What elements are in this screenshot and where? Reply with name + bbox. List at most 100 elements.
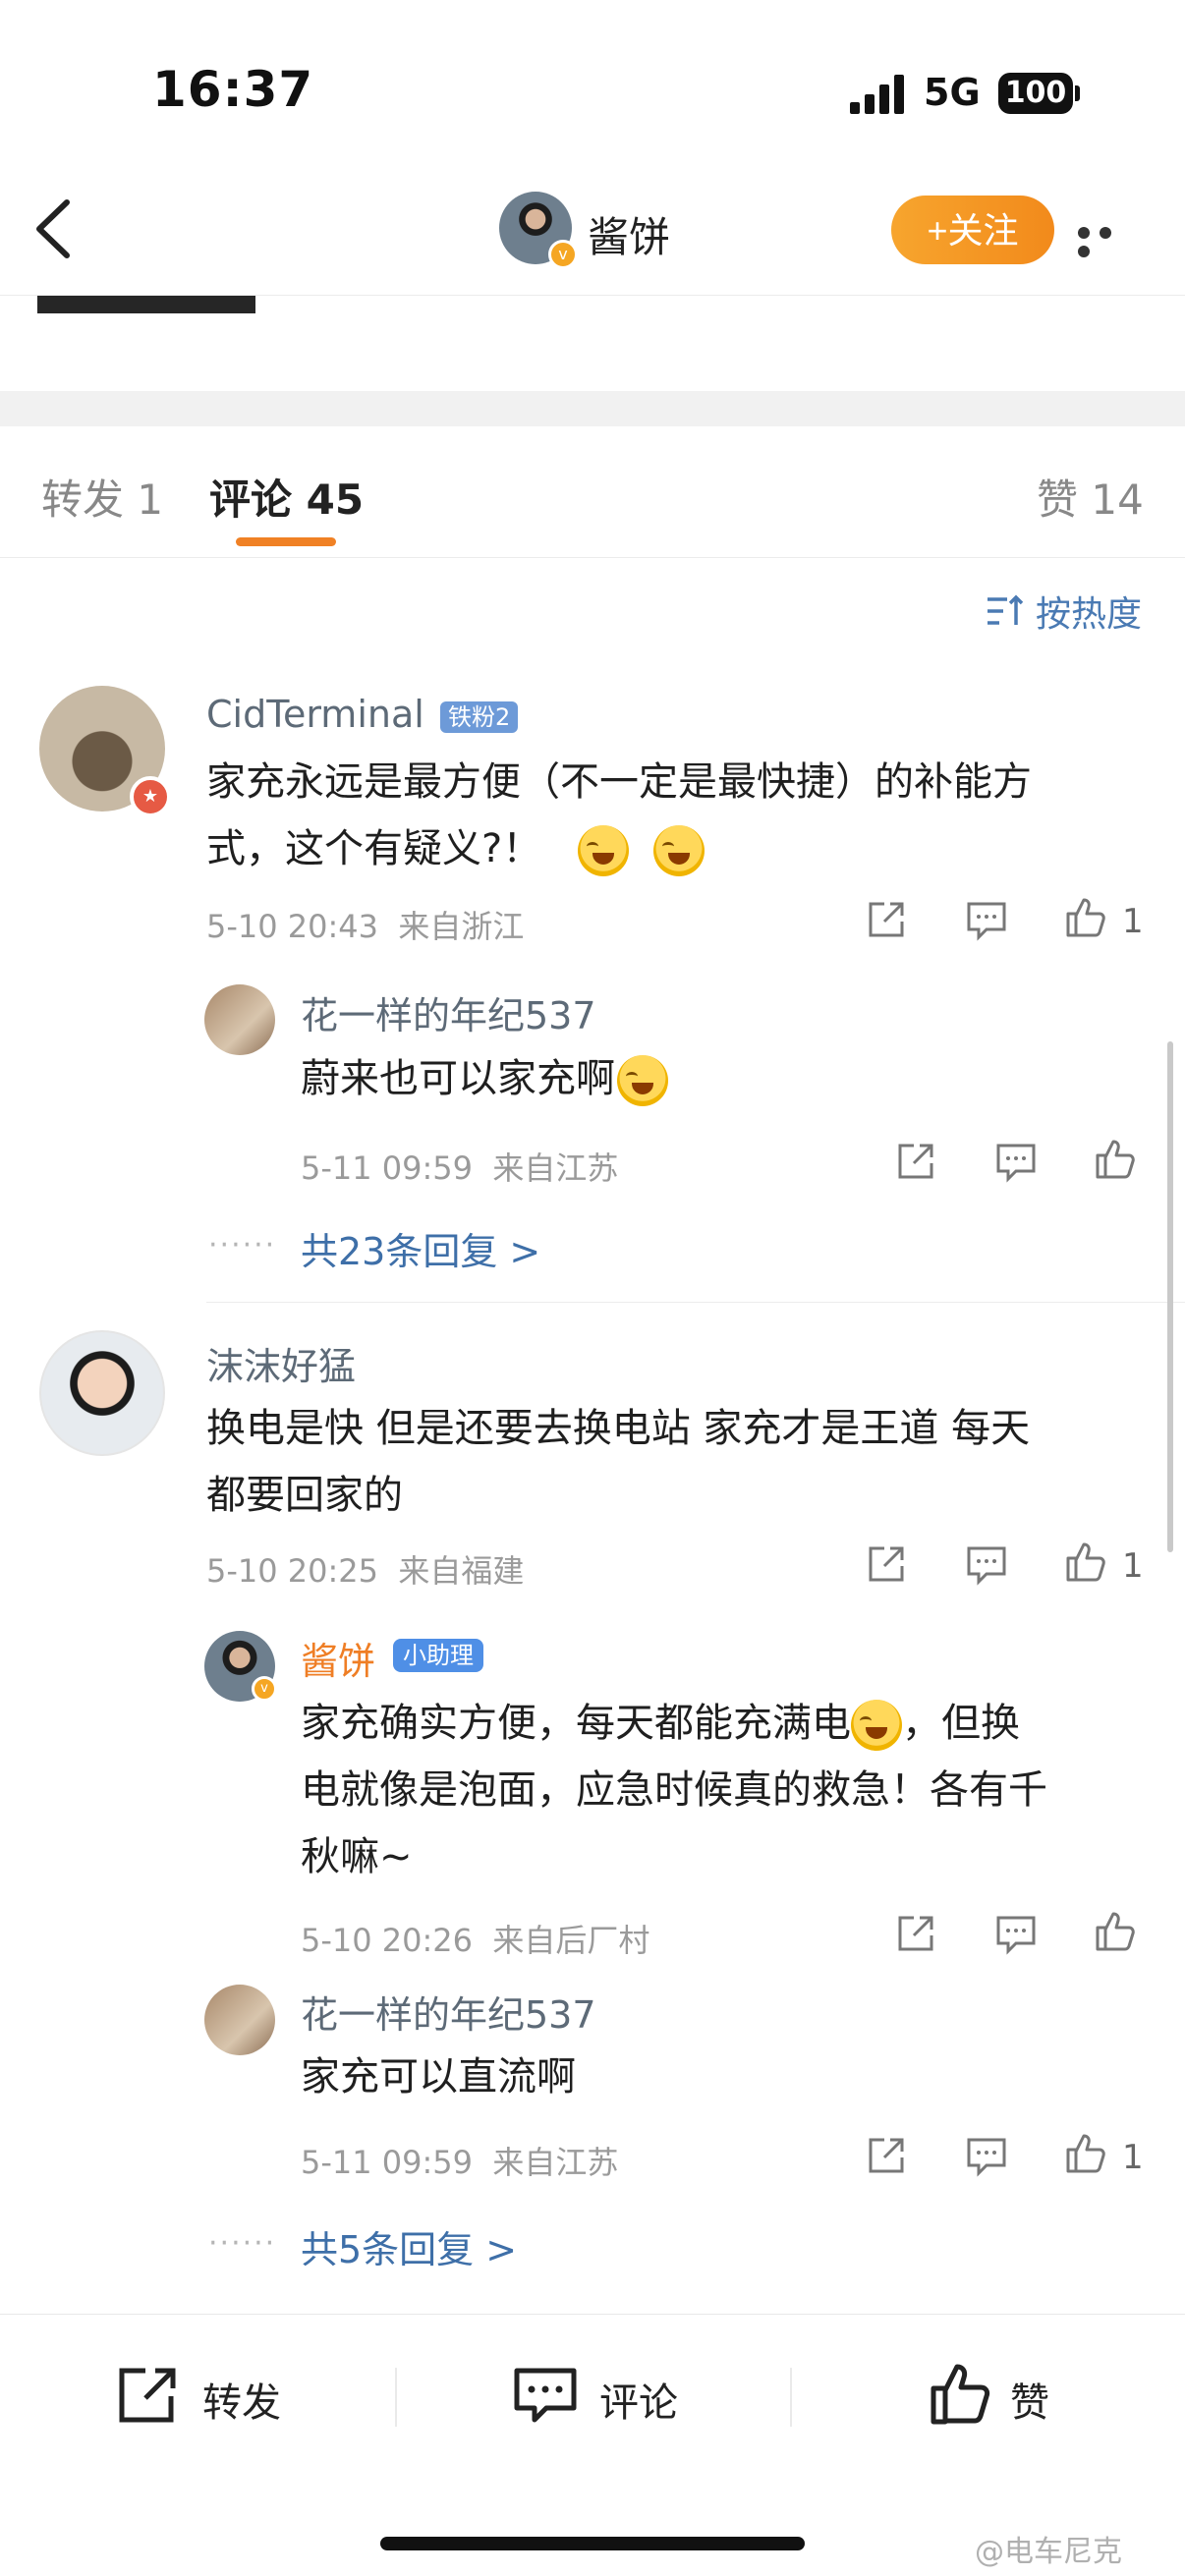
battery-tip <box>1075 85 1080 101</box>
section-separator <box>0 391 1185 426</box>
comment-text: 家充永远是最方便（不一定是最快捷）的补能方 式，这个有疑义?！ <box>206 749 1032 882</box>
reply-text-line: 家充确实方便，每天都能充满电 <box>301 1701 851 1746</box>
comment-text-line: 式，这个有疑义?！ <box>206 826 542 871</box>
comment-text-line: 家充永远是最方便（不一定是最快捷）的补能方 <box>206 759 1032 805</box>
reply-text-line: 电就像是泡面，应急时候真的救急！各有千 <box>301 1767 1047 1813</box>
reply-location: 来自江苏 <box>492 2144 619 2181</box>
tabs-divider <box>0 557 1185 558</box>
fan-badge: 铁粉2 <box>440 698 519 733</box>
author-name[interactable]: 酱饼 <box>588 204 670 264</box>
comment-divider <box>206 1302 1185 1303</box>
reply-meta: 5-10 20:26 来自后厂村 <box>301 1916 649 1961</box>
more-options-icon[interactable] <box>1078 224 1141 257</box>
tab-repost-count: 1 <box>137 476 164 524</box>
post-image-edge <box>37 296 255 313</box>
reply-avatar[interactable] <box>204 984 275 1055</box>
share-icon[interactable] <box>865 1542 908 1586</box>
share-icon[interactable] <box>865 898 908 941</box>
like-icon[interactable] <box>1064 1540 1107 1584</box>
member-badge-icon: ★ <box>130 776 171 817</box>
reply-meta: 5-11 09:59 来自江苏 <box>301 1144 618 1189</box>
tab-comments-count: 45 <box>306 476 365 524</box>
share-icon[interactable] <box>894 1912 937 1955</box>
thumbs-up-icon <box>931 2364 990 2425</box>
home-indicator[interactable] <box>380 2537 805 2550</box>
reply-meta: 5-11 09:59 来自江苏 <box>301 2138 618 2183</box>
like-icon[interactable] <box>1064 2132 1107 2175</box>
share-icon[interactable] <box>865 2134 908 2177</box>
assistant-badge-label: 小助理 <box>393 1639 483 1672</box>
reply-icon[interactable] <box>994 1140 1038 1183</box>
comment-meta: 5-10 20:25 来自福建 <box>206 1546 524 1592</box>
reply-date: 5-11 09:59 <box>301 1149 474 1187</box>
reply-text-line: ，但换 <box>902 1701 1020 1746</box>
assistant-badge: 小助理 <box>393 1636 483 1672</box>
battery-icon: 100 <box>998 73 1073 114</box>
tab-comments-label: 评论 <box>209 476 293 524</box>
reply-icon[interactable] <box>965 2134 1008 2177</box>
fan-badge-label: 铁粉2 <box>440 701 519 733</box>
like-count: 1 <box>1122 2138 1144 2177</box>
sort-icon[interactable] <box>986 593 1025 629</box>
comment-date: 5-10 20:25 <box>206 1552 379 1590</box>
reply-name[interactable]: 花一样的年纪537 <box>301 1985 596 2039</box>
comment-text: 换电是快 但是还要去换电站 家充才是王道 每天 都要回家的 <box>206 1395 1030 1529</box>
repost-button[interactable]: 转发 <box>116 2363 362 2432</box>
tab-repost-label: 转发 <box>41 476 125 524</box>
laugh-cry-emoji-icon <box>652 825 705 876</box>
comment-location: 来自浙江 <box>398 908 525 945</box>
comment-text-line: 都要回家的 <box>206 1473 403 1518</box>
like-icon[interactable] <box>1064 896 1107 939</box>
reply-avatar[interactable] <box>204 1985 275 2055</box>
bottom-separator <box>395 2368 397 2427</box>
watermark: @电车尼克 <box>975 2535 1122 2569</box>
like-button[interactable]: 赞 <box>928 2361 1085 2430</box>
tab-repost[interactable]: 转发 1 <box>41 467 163 527</box>
reply-icon[interactable] <box>965 898 1008 941</box>
status-time: 16:37 <box>152 61 314 118</box>
reply-location: 来自后厂村 <box>492 1922 650 1959</box>
comment-icon <box>514 2368 577 2423</box>
tab-likes[interactable]: 赞 14 <box>1037 467 1144 527</box>
reply-text-line: 秋嘛~ <box>301 1834 413 1879</box>
laugh-cry-emoji-icon <box>851 1700 902 1751</box>
like-icon[interactable] <box>1094 1910 1137 1953</box>
comment-button[interactable]: 评论 <box>513 2363 759 2432</box>
commenter-name[interactable]: CidTerminal <box>206 693 424 736</box>
reply-name[interactable]: 酱饼 <box>301 1631 375 1685</box>
follow-button[interactable]: +关注 <box>891 196 1054 264</box>
bottom-separator <box>790 2368 792 2427</box>
reply-icon[interactable] <box>965 1542 1008 1586</box>
cellular-signal-icon <box>850 75 904 114</box>
comment-text-line: 换电是快 但是还要去换电站 家充才是王道 每天 <box>206 1406 1031 1451</box>
like-label: 赞 <box>1010 2380 1049 2426</box>
network-type: 5G <box>924 71 981 114</box>
reply-date: 5-11 09:59 <box>301 2144 474 2181</box>
more-replies-link[interactable]: 共5条回复 > <box>301 2219 517 2273</box>
share-icon[interactable] <box>894 1140 937 1183</box>
commenter-name[interactable]: 沫沫好猛 <box>206 1336 356 1390</box>
comment-date: 5-10 20:43 <box>206 908 379 945</box>
bottom-bar-divider <box>0 2314 1185 2315</box>
reply-date: 5-10 20:26 <box>301 1922 474 1959</box>
reply-icon[interactable] <box>994 1912 1038 1955</box>
scrollbar-thumb[interactable] <box>1167 1041 1173 1552</box>
tab-comments[interactable]: 评论 45 <box>209 467 364 527</box>
laugh-cry-emoji-icon <box>617 1055 668 1106</box>
back-arrow-icon[interactable] <box>29 196 79 261</box>
reply-name[interactable]: 花一样的年纪537 <box>301 985 596 1039</box>
sort-by-hot[interactable]: 按热度 <box>1036 586 1142 637</box>
tab-likes-count: 14 <box>1091 476 1144 524</box>
reply-text: 蔚来也可以家充啊 <box>301 1045 668 1112</box>
active-tab-indicator <box>236 537 336 546</box>
like-count: 1 <box>1122 1546 1144 1586</box>
comment-label: 评论 <box>599 2380 678 2426</box>
more-replies-link[interactable]: 共23条回复 > <box>301 1221 540 1275</box>
reply-location: 来自江苏 <box>492 1149 619 1187</box>
more-replies-dots: ······ <box>208 2226 277 2261</box>
comment-meta: 5-10 20:43 来自浙江 <box>206 902 524 947</box>
commenter-avatar[interactable] <box>39 1330 165 1456</box>
reply-text-content: 蔚来也可以家充啊 <box>301 1056 615 1101</box>
laugh-cry-emoji-icon <box>577 825 629 876</box>
like-icon[interactable] <box>1094 1138 1137 1181</box>
